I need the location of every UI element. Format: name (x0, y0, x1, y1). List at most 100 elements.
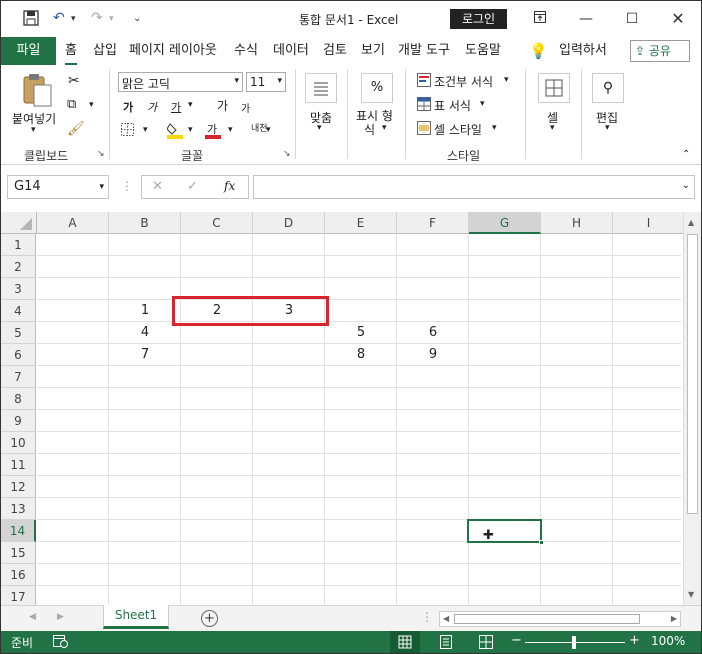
worksheet-grid[interactable]: ABCDEFGHI 1 2 3 4 5 6 7 8 9 10 11 12 13 14 15 16 17 1234… (1, 212, 701, 608)
enter-icon[interactable]: ✓ (187, 179, 198, 194)
page-layout-view-icon[interactable] (439, 635, 453, 652)
font-launcher-icon[interactable]: ↘ (283, 149, 291, 159)
column-header-d[interactable]: D (253, 212, 325, 234)
row-header-14[interactable]: 14 (1, 520, 36, 542)
format-painter-icon[interactable]: 🖌 (67, 121, 85, 137)
cell-f6[interactable]: 9 (397, 344, 469, 366)
row-header-1[interactable]: 1 (1, 234, 36, 256)
scroll-left-icon[interactable]: ◀ (443, 614, 449, 623)
cell-f5[interactable]: 6 (397, 322, 469, 344)
row-header-12[interactable]: 12 (1, 476, 36, 498)
clipboard-launcher-icon[interactable]: ↘ (97, 149, 105, 159)
alignment-dropdown-icon[interactable]: ▾ (317, 123, 322, 133)
insert-function-icon[interactable]: fx (224, 179, 235, 193)
horizontal-scrollbar[interactable]: ◀ ▶ (439, 611, 681, 627)
active-cell-selection[interactable] (467, 519, 544, 545)
tab-file[interactable]: 파일 (1, 37, 56, 65)
minimize-icon[interactable]: — (573, 7, 599, 31)
fill-handle[interactable] (539, 540, 544, 545)
font-color-button[interactable]: 가 (205, 121, 221, 139)
undo-icon[interactable]: ↶ (53, 10, 65, 26)
customize-qat-icon[interactable]: ⌄ (133, 13, 141, 24)
font-color-dropdown-icon[interactable]: ▾ (228, 125, 233, 135)
macro-record-icon[interactable] (53, 635, 68, 651)
borders-icon[interactable] (121, 123, 134, 139)
ribbon-display-icon[interactable] (527, 7, 553, 31)
row-header-15[interactable]: 15 (1, 542, 36, 564)
cell-styles-dropdown-icon[interactable]: ▾ (492, 123, 497, 133)
select-all-button[interactable] (1, 212, 37, 234)
paste-dropdown-icon[interactable]: ▾ (31, 125, 36, 135)
tab-home[interactable]: 홈 (65, 37, 77, 65)
scroll-right-icon[interactable]: ▶ (671, 614, 677, 623)
row-header-6[interactable]: 6 (1, 344, 36, 366)
horizontal-scroll-thumb[interactable] (454, 614, 640, 624)
cell-e6[interactable]: 8 (325, 344, 397, 366)
table-format-dropdown-icon[interactable]: ▾ (480, 99, 485, 109)
tab-review[interactable]: 검토 (323, 37, 347, 65)
prev-sheet-icon[interactable]: ◀ (29, 612, 36, 622)
row-header-3[interactable]: 3 (1, 278, 36, 300)
cut-icon[interactable]: ✂ (68, 73, 80, 89)
share-button[interactable]: ⇪ 공유 (630, 40, 690, 62)
scroll-up-icon[interactable]: ▲ (688, 218, 694, 227)
vertical-scrollbar[interactable]: ▲ ▼ (683, 212, 701, 605)
undo-dropdown-icon[interactable]: ▾ (71, 14, 76, 24)
percent-icon[interactable]: % (361, 73, 393, 103)
cells-dropdown-icon[interactable]: ▾ (550, 123, 555, 133)
row-header-7[interactable]: 7 (1, 366, 36, 388)
tab-help[interactable]: 도움말 (465, 37, 501, 65)
row-header-13[interactable]: 13 (1, 498, 36, 520)
borders-dropdown-icon[interactable]: ▾ (143, 125, 148, 135)
next-sheet-icon[interactable]: ▶ (57, 612, 64, 622)
conditional-format-button[interactable]: 조건부 서식 (434, 73, 493, 90)
grow-font-button[interactable]: 가 (217, 97, 228, 114)
zoom-level[interactable]: 100% (651, 634, 685, 648)
editing-dropdown-icon[interactable]: ▾ (605, 123, 610, 133)
row-header-2[interactable]: 2 (1, 256, 36, 278)
maximize-icon[interactable]: ☐ (619, 7, 645, 31)
column-header-i[interactable]: I (613, 212, 685, 234)
cell-b5[interactable]: 4 (109, 322, 181, 344)
column-header-f[interactable]: F (397, 212, 469, 234)
font-size-select[interactable]: 11 ▾ (246, 72, 286, 92)
tab-insert[interactable]: 삽입 (93, 37, 117, 65)
column-header-e[interactable]: E (325, 212, 397, 234)
add-sheet-icon[interactable]: + (201, 610, 218, 627)
column-header-g[interactable]: G (469, 212, 541, 234)
italic-button[interactable]: 가 (147, 99, 157, 115)
zoom-slider-thumb[interactable] (572, 636, 576, 649)
row-header-8[interactable]: 8 (1, 388, 36, 410)
formula-input[interactable]: ⌄ (253, 175, 695, 199)
row-header-10[interactable]: 10 (1, 432, 36, 454)
tab-data[interactable]: 데이터 (273, 37, 309, 65)
cell-styles-button[interactable]: 셀 스타일 (434, 121, 482, 138)
shrink-font-button[interactable]: 가 (241, 100, 250, 115)
zoom-in-icon[interactable]: + (629, 633, 640, 648)
save-icon[interactable] (23, 10, 39, 30)
column-header-h[interactable]: H (541, 212, 613, 234)
column-header-b[interactable]: B (109, 212, 181, 234)
bold-button[interactable]: 가 (123, 99, 133, 115)
find-icon[interactable]: ⚲ (592, 73, 624, 103)
login-button[interactable]: 로그인 (450, 9, 507, 29)
underline-button[interactable]: 가 (171, 99, 181, 115)
fill-color-dropdown-icon[interactable]: ▾ (188, 125, 193, 135)
fill-color-icon[interactable] (166, 121, 183, 142)
zoom-out-icon[interactable]: − (511, 633, 522, 648)
row-header-4[interactable]: 4 (1, 300, 36, 322)
phonetic-dropdown-icon[interactable]: ▾ (266, 125, 271, 135)
normal-view-button[interactable] (390, 631, 420, 653)
row-header-5[interactable]: 5 (1, 322, 36, 344)
copy-dropdown-icon[interactable]: ▾ (89, 100, 94, 110)
underline-dropdown-icon[interactable]: ▾ (188, 100, 193, 110)
column-header-c[interactable]: C (181, 212, 253, 234)
close-icon[interactable]: ✕ (665, 7, 691, 31)
lightbulb-icon[interactable]: 💡 (529, 37, 548, 65)
row-header-16[interactable]: 16 (1, 564, 36, 586)
tab-developer[interactable]: 개발 도구 (398, 37, 450, 65)
scroll-down-icon[interactable]: ▼ (688, 590, 694, 599)
column-header-a[interactable]: A (37, 212, 109, 234)
font-name-select[interactable]: 맑은 고딕 ▾ (118, 72, 243, 92)
conditional-dropdown-icon[interactable]: ▾ (504, 75, 509, 85)
